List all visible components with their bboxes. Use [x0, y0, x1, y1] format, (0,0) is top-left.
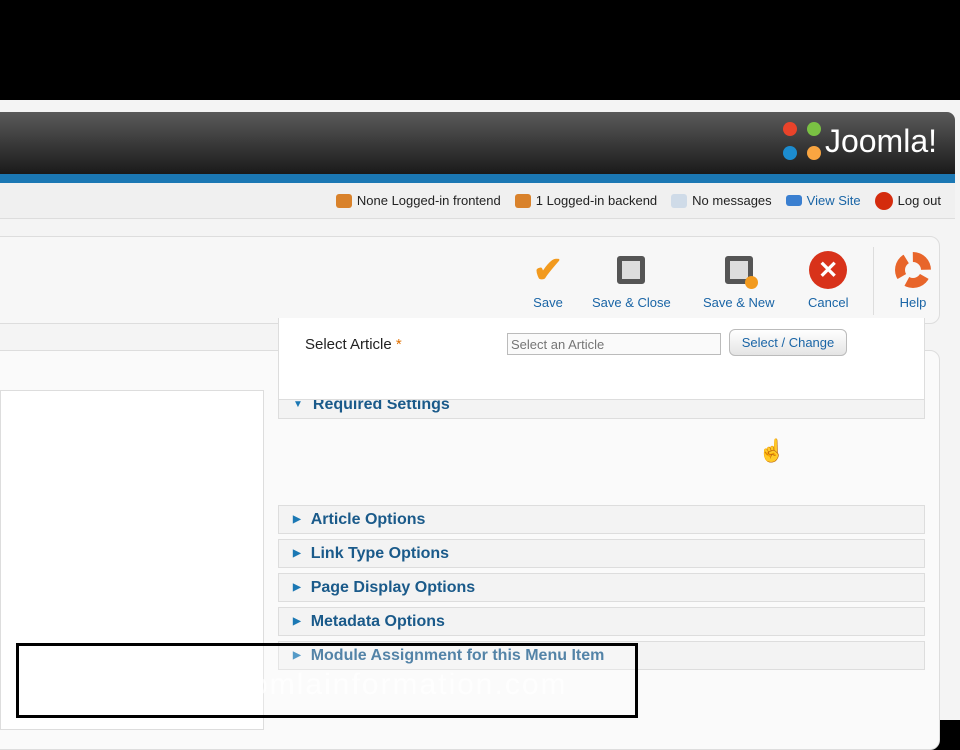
- watermark-box: http://www.joomlainformation.com: [16, 643, 638, 718]
- watermark-text: http://www.joomlainformation.com: [55, 668, 568, 701]
- view-site-icon: [785, 195, 802, 206]
- panel-title: Page Display Options: [310, 578, 476, 596]
- panel-metadata-options[interactable]: ▶ Metadata Options: [278, 607, 925, 636]
- panel-title: Article Options: [310, 510, 426, 528]
- logout-link[interactable]: Log out: [898, 193, 941, 208]
- joomla-logo: Joomla!: [782, 122, 937, 160]
- lifebuoy-icon: [894, 251, 932, 289]
- floppy-disk-new-icon: [720, 251, 758, 289]
- view-site-link[interactable]: View Site: [807, 193, 861, 208]
- status-bar: None Logged-in frontend 1 Logged-in back…: [0, 183, 955, 219]
- required-settings-body: Select Article * Select / Change: [278, 318, 925, 400]
- save-new-button[interactable]: Save & New: [703, 251, 775, 310]
- messages-status[interactable]: No messages: [692, 193, 771, 208]
- panel-title: Metadata Options: [310, 612, 445, 630]
- checkmark-icon: ✔: [532, 249, 564, 290]
- panel-article-options[interactable]: ▶ Article Options: [278, 505, 925, 534]
- save-close-button[interactable]: Save & Close: [592, 251, 671, 310]
- save-new-label: Save & New: [703, 295, 775, 310]
- save-close-label: Save & Close: [592, 295, 671, 310]
- panel-page-display-options[interactable]: ▶ Page Display Options: [278, 573, 925, 602]
- triangle-right-icon: ▶: [293, 616, 301, 627]
- users-icon: [514, 193, 531, 208]
- article-input[interactable]: [507, 333, 721, 355]
- backend-users: 1 Logged-in backend: [535, 193, 658, 208]
- cancel-button[interactable]: ✕ Cancel: [808, 251, 848, 310]
- joomla-logo-icon: [782, 122, 821, 160]
- logo-text: Joomla!: [824, 122, 937, 159]
- panel-title: Link Type Options: [310, 544, 450, 562]
- select-article-label: Select Article *: [305, 336, 402, 353]
- messages-icon: [671, 193, 688, 208]
- triangle-down-icon: ▼: [293, 399, 303, 410]
- users-icon: [335, 193, 352, 208]
- help-label: Help: [899, 295, 927, 310]
- cancel-icon: ✕: [809, 251, 848, 289]
- blue-divider: [0, 174, 955, 183]
- save-label: Save: [533, 295, 563, 310]
- hand-cursor-icon: ☝: [758, 438, 786, 463]
- save-button[interactable]: ✔ Save: [529, 249, 567, 310]
- triangle-right-icon: ▶: [293, 548, 301, 559]
- required-mark: *: [395, 336, 402, 353]
- toolbar-separator: [873, 247, 874, 315]
- toolbar: ✔ Save Save & Close Save & New ✕ Cancel He…: [0, 236, 940, 324]
- triangle-right-icon: ▶: [293, 582, 301, 593]
- cancel-label: Cancel: [808, 295, 849, 310]
- help-button[interactable]: Help: [894, 251, 932, 310]
- header: Joomla!: [0, 112, 955, 174]
- triangle-right-icon: ▶: [293, 514, 301, 525]
- select-change-button[interactable]: Select / Change: [729, 329, 847, 356]
- frontend-users: None Logged-in frontend: [356, 193, 501, 208]
- panel-link-type-options[interactable]: ▶ Link Type Options: [278, 539, 925, 568]
- floppy-disk-icon: [612, 251, 650, 289]
- logout-icon: [874, 191, 893, 210]
